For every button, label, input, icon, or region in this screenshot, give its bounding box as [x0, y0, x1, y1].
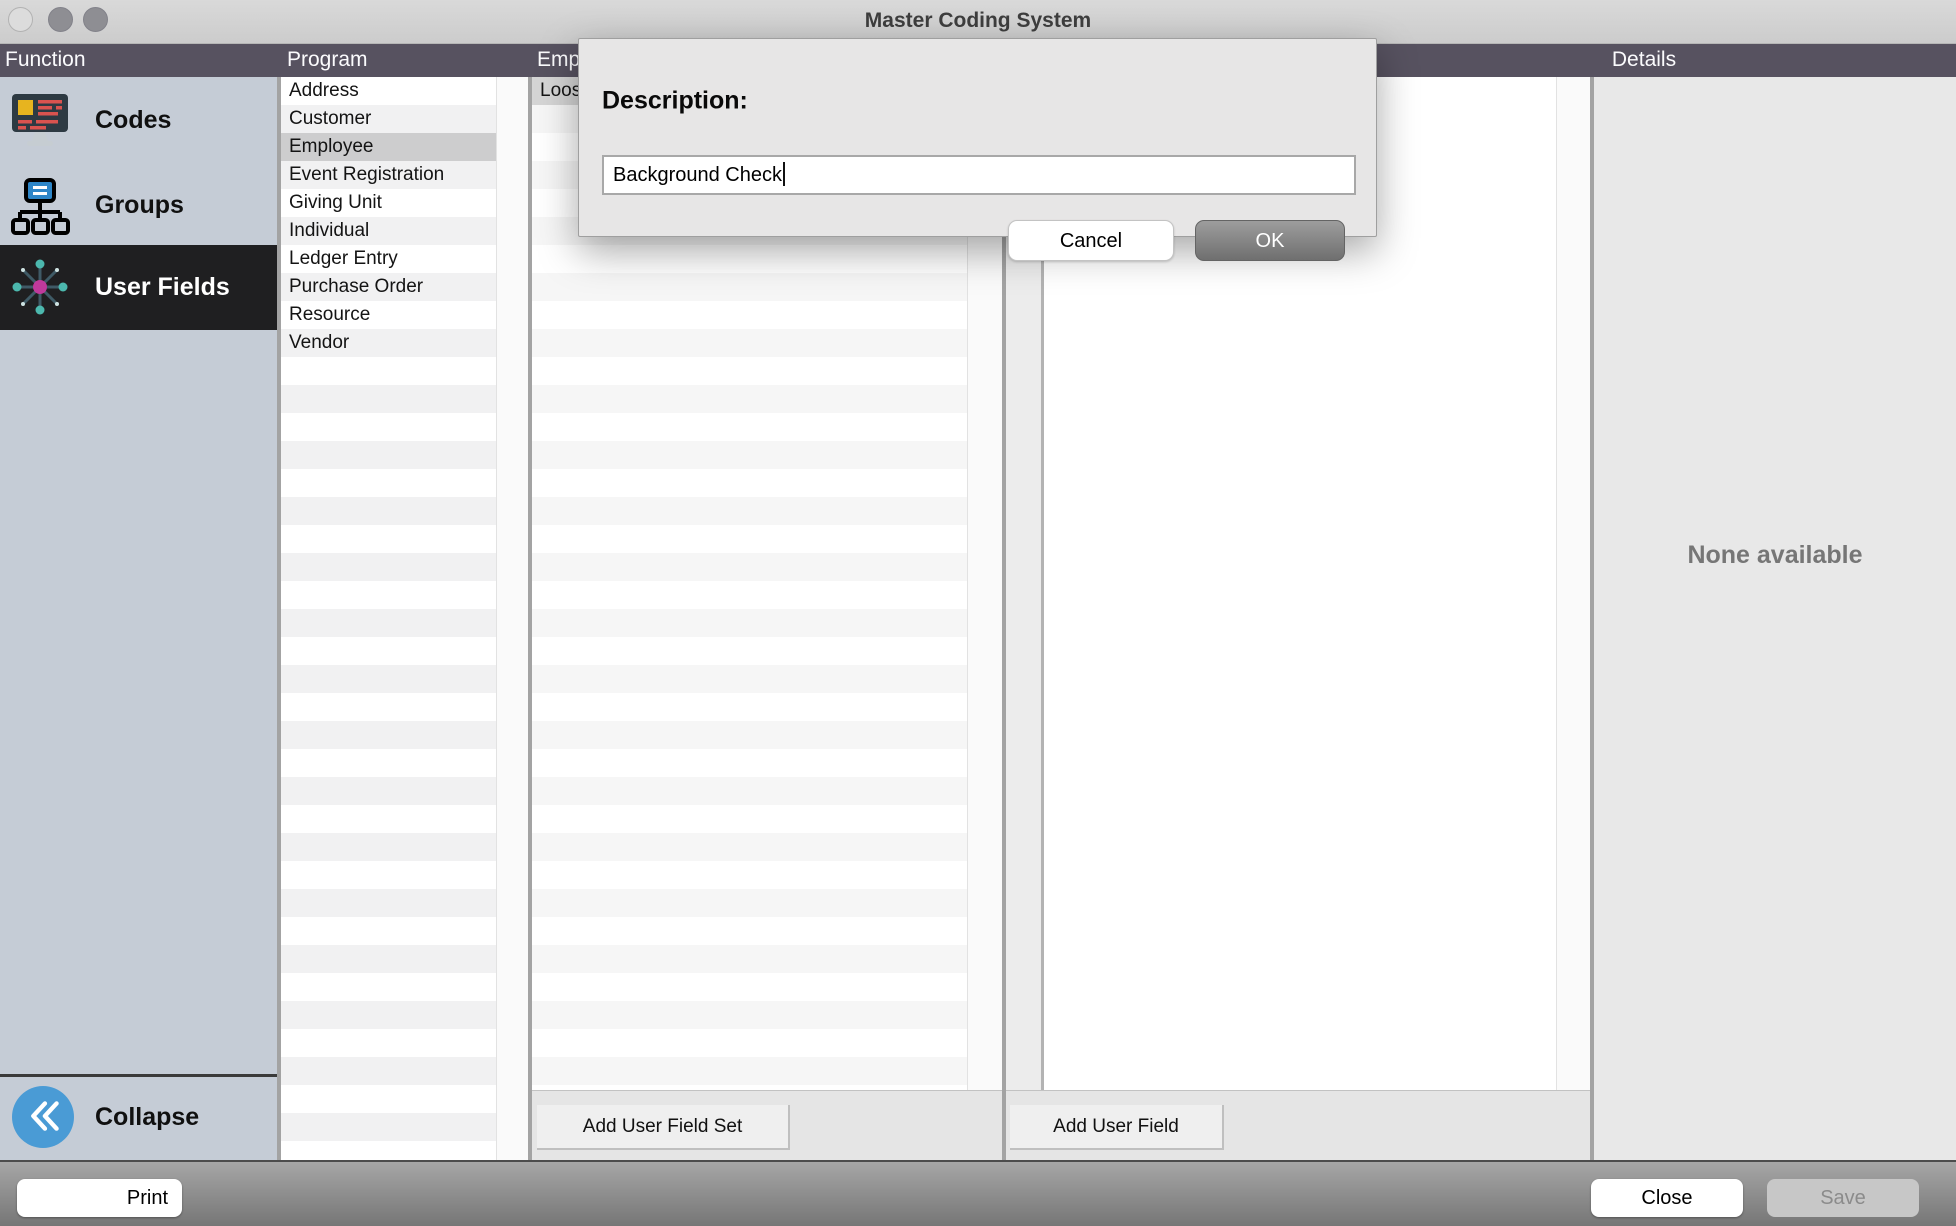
user-field-footer: Add User Field: [1006, 1090, 1590, 1160]
add-user-field-set-button[interactable]: Add User Field Set: [537, 1105, 790, 1150]
column-header-program: Program: [287, 44, 368, 77]
description-input[interactable]: Background Check: [602, 155, 1356, 195]
user-field-scrollbar[interactable]: [1556, 77, 1590, 1090]
main-content: Codes Groups: [0, 77, 1956, 1160]
hub-network-icon: [8, 255, 72, 319]
collapse-chevrons-icon[interactable]: [12, 1086, 74, 1148]
program-row-selected[interactable]: Employee: [281, 133, 528, 161]
sidebar-collapse-section[interactable]: Collapse: [0, 1074, 277, 1160]
program-row[interactable]: Giving Unit: [281, 189, 528, 217]
column-header-function: Function: [5, 44, 86, 77]
close-button[interactable]: Close: [1591, 1179, 1743, 1217]
program-list: Address Customer Employee Event Registra…: [281, 77, 528, 1160]
function-sidebar: Codes Groups: [0, 77, 277, 1160]
sidebar-item-user-fields[interactable]: User Fields: [0, 245, 277, 330]
program-row[interactable]: Event Registration: [281, 161, 528, 189]
program-row[interactable]: Resource: [281, 301, 528, 329]
program-row[interactable]: Individual: [281, 217, 528, 245]
add-user-field-button[interactable]: Add User Field: [1010, 1105, 1224, 1150]
program-row[interactable]: Purchase Order: [281, 273, 528, 301]
user-field-set-list: Loos: [532, 77, 1002, 1160]
program-row[interactable]: Vendor: [281, 329, 528, 357]
collapse-label: Collapse: [95, 1077, 199, 1160]
details-empty-text: None available: [1594, 541, 1956, 570]
bottom-bar: Print Close Save: [0, 1160, 1956, 1226]
sidebar-item-label: Codes: [95, 78, 171, 163]
app-window: Master Coding System Function Program Em…: [0, 0, 1956, 1226]
text-cursor: [783, 162, 785, 186]
field-set-footer: Add User Field Set: [532, 1090, 1002, 1160]
column-header-details: Details: [1594, 44, 1694, 77]
program-row[interactable]: Ledger Entry: [281, 245, 528, 273]
program-row[interactable]: Address: [281, 77, 528, 105]
ok-button[interactable]: OK: [1195, 220, 1345, 261]
program-scrollbar[interactable]: [496, 77, 528, 1160]
sidebar-item-label: User Fields: [95, 245, 230, 330]
sidebar-item-label: Groups: [95, 163, 184, 248]
dialog-title: Description:: [602, 87, 748, 116]
monitor-code-icon: [8, 89, 72, 153]
org-chart-icon: [8, 176, 72, 240]
description-input-value: Background Check: [613, 164, 782, 186]
description-dialog: Description: Background Check Cancel OK: [578, 38, 1377, 237]
program-row[interactable]: Customer: [281, 105, 528, 133]
column-header-employee: Emp: [537, 44, 580, 77]
save-button[interactable]: Save: [1767, 1179, 1919, 1217]
sidebar-item-codes[interactable]: Codes: [0, 78, 277, 163]
sidebar-item-groups[interactable]: Groups: [0, 163, 277, 248]
cancel-button[interactable]: Cancel: [1008, 220, 1174, 261]
print-button[interactable]: Print: [17, 1179, 182, 1217]
details-panel: None available: [1594, 77, 1956, 1160]
